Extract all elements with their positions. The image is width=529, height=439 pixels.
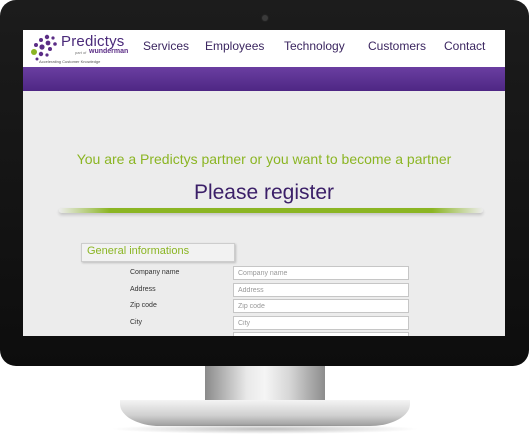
next-field-partial[interactable] (233, 332, 409, 336)
logo-part-of: part of (75, 50, 87, 55)
monitor-stand-neck (205, 366, 325, 404)
site-header: Predictys part of wunderman Accelerating… (23, 30, 505, 67)
logo-company: wunderman (89, 48, 129, 55)
nav-item-contact[interactable]: Contact (444, 39, 485, 53)
company-name-label: Company name (130, 269, 180, 276)
logo-tagline: Accelerating Customer Knowledge (39, 59, 101, 64)
title-divider (59, 208, 483, 213)
nav-item-customers[interactable]: Customers (368, 39, 426, 53)
section-title: General informations (87, 245, 190, 257)
stand-shadow (110, 424, 420, 434)
address-label: Address (130, 286, 156, 293)
zip-code-label: Zip code (130, 302, 157, 309)
address-field[interactable] (233, 283, 409, 297)
logo[interactable]: Predictys part of wunderman Accelerating… (29, 33, 129, 65)
city-field[interactable] (233, 316, 409, 330)
nav-item-services[interactable]: Services (143, 39, 189, 53)
webcam-icon (262, 15, 268, 21)
page-title: Please register (193, 181, 335, 204)
section-header: General informations (81, 243, 235, 262)
city-label: City (130, 319, 143, 326)
zip-code-field[interactable] (233, 299, 409, 313)
header-banner (23, 67, 505, 91)
company-name-field[interactable] (233, 266, 409, 280)
nav-item-employees[interactable]: Employees (205, 39, 264, 53)
screen: Predictys part of wunderman Accelerating… (23, 30, 505, 336)
partner-headline: You are a Predictys partner or you want … (76, 151, 452, 167)
monitor-stand-base (120, 400, 410, 426)
nav-item-technology[interactable]: Technology (284, 39, 345, 53)
monitor-frame: Predictys part of wunderman Accelerating… (0, 0, 529, 366)
